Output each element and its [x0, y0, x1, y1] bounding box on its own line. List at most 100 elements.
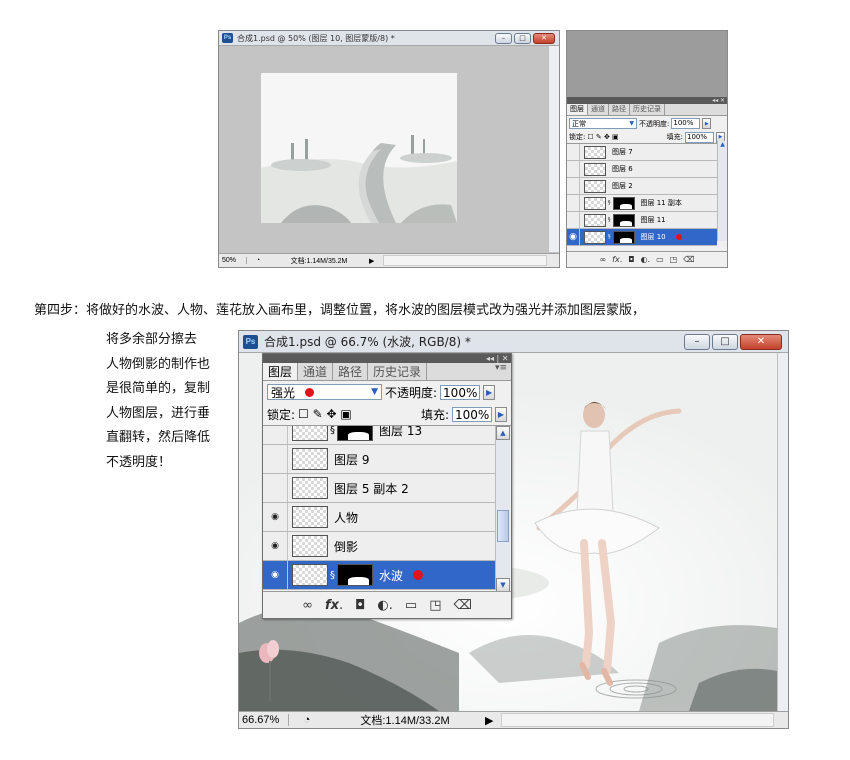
layer-row[interactable]: ◉ 倒影 — [263, 532, 495, 561]
layer-row[interactable]: ◉ § 图层 10 — [567, 229, 717, 246]
layer-row[interactable]: 图层 5 副本 2 — [263, 474, 495, 503]
top-title-bar[interactable]: Ps 合成1.psd @ 50% (图层 10, 图层蒙版/8) * – □ ✕ — [219, 31, 559, 46]
layer-row[interactable]: ◉ § 水波 — [263, 561, 495, 590]
bottom-fill-input[interactable]: 100% — [452, 406, 492, 422]
tab-channels[interactable]: 通道 — [588, 104, 609, 115]
link-icon[interactable]: ∞ — [302, 598, 313, 613]
layer-mask-thumbnail[interactable] — [612, 213, 635, 227]
new-layer-icon[interactable]: ◳ — [670, 255, 678, 264]
visibility-eye-icon[interactable]: ◉ — [263, 561, 288, 589]
layer-mask-thumbnail[interactable] — [337, 564, 373, 586]
lock-icons[interactable]: ☐ ✎ ✥ ▣ — [587, 133, 618, 141]
mask-link-icon[interactable]: § — [330, 426, 335, 436]
bottom-blend-mode-select[interactable]: 强光 ▼ — [267, 384, 382, 400]
layer-name: 倒影 — [334, 539, 359, 554]
layer-row[interactable]: 图层 7 — [567, 144, 717, 161]
mask-link-icon[interactable]: § — [608, 234, 611, 240]
visibility-eye-icon[interactable] — [567, 144, 580, 160]
bottom-opacity-input[interactable]: 100% — [440, 384, 481, 400]
group-folder-icon[interactable]: ▭ — [405, 598, 417, 613]
trash-icon[interactable]: ⌫ — [683, 255, 694, 264]
add-mask-icon[interactable]: ◘ — [628, 255, 634, 264]
top-zoom-level[interactable]: 50% — [219, 257, 247, 264]
layer-row[interactable]: § 图层 11 副本 — [567, 195, 717, 212]
status-info-icon[interactable]: ◔ — [247, 257, 269, 264]
tab-history[interactable]: 历史记录 — [368, 363, 428, 380]
tab-paths[interactable]: 路径 — [333, 363, 369, 380]
top-horizontal-scrollbar[interactable] — [383, 255, 547, 266]
new-layer-icon[interactable]: ◳ — [429, 598, 441, 613]
side-note-line: 人物图层，进行垂 — [106, 405, 211, 421]
trash-icon[interactable]: ⌫ — [454, 598, 472, 613]
layer-row[interactable]: 图层 9 — [263, 445, 495, 474]
tab-layers[interactable]: 图层 — [263, 363, 299, 380]
tab-channels[interactable]: 通道 — [298, 363, 334, 380]
panel-menu-icon[interactable]: ▾≡ — [495, 363, 511, 380]
maximize-button[interactable]: □ — [712, 333, 738, 350]
tab-paths[interactable]: 路径 — [609, 104, 630, 115]
layer-row[interactable]: § 图层 13 — [263, 426, 495, 445]
top-blend-mode-select[interactable]: 正常 ▼ — [569, 118, 637, 129]
minimize-button[interactable]: – — [495, 32, 512, 44]
close-button[interactable]: ✕ — [740, 333, 782, 350]
add-mask-icon[interactable]: ◘ — [355, 598, 365, 613]
top-panel-header[interactable]: ◂◂ ✕ — [567, 97, 727, 104]
adjustment-icon[interactable]: ◐. — [377, 598, 392, 613]
mask-link-icon[interactable]: § — [330, 570, 335, 581]
visibility-eye-icon[interactable] — [567, 161, 580, 177]
visibility-eye-icon[interactable]: ◉ — [263, 503, 288, 531]
visibility-eye-icon[interactable]: ◉ — [263, 532, 288, 560]
visibility-eye-icon[interactable] — [567, 212, 580, 228]
visibility-eye-icon[interactable]: ◉ — [567, 229, 580, 245]
layer-mask-thumbnail[interactable] — [337, 426, 373, 441]
visibility-eye-icon[interactable] — [263, 474, 288, 502]
status-menu-arrow-icon[interactable]: ▶ — [485, 714, 501, 727]
tab-layers[interactable]: 图层 — [567, 104, 588, 115]
scroll-up-icon[interactable]: ▲ — [496, 426, 510, 440]
status-info-icon[interactable]: ◔ — [289, 714, 325, 726]
layer-row[interactable]: § 图层 11 — [567, 212, 717, 229]
visibility-eye-icon[interactable] — [263, 426, 288, 444]
layer-name: 图层 9 — [334, 452, 370, 467]
top-vertical-scrollbar[interactable] — [548, 46, 559, 252]
adjustment-icon[interactable]: ◐. — [641, 255, 651, 264]
tab-history[interactable]: 历史记录 — [630, 104, 665, 115]
bottom-panel-header[interactable]: ◂◂ | ✕ — [263, 354, 511, 363]
bottom-title-bar[interactable]: Ps 合成1.psd @ 66.7% (水波, RGB/8) * – □ ✕ — [239, 331, 788, 353]
fx-icon[interactable]: fx. — [325, 598, 343, 613]
maximize-button[interactable]: □ — [514, 32, 531, 44]
top-opacity-arrow-icon[interactable]: ▶ — [702, 118, 712, 129]
bottom-fill-arrow-icon[interactable]: ▶ — [495, 406, 507, 422]
top-fill-input[interactable]: 100% — [685, 131, 714, 143]
top-layer-scrollbar[interactable]: ▲ — [717, 141, 727, 241]
close-button[interactable]: ✕ — [533, 32, 555, 44]
visibility-eye-icon[interactable] — [263, 445, 288, 473]
top-opacity-input[interactable]: 100% — [671, 118, 701, 129]
bottom-zoom-level[interactable]: 66.67% — [239, 714, 289, 726]
top-status-bar: 50% ◔ 文档:1.14M/35.2M ▶ — [219, 253, 559, 267]
link-icon[interactable]: ∞ — [599, 255, 606, 264]
status-menu-arrow-icon[interactable]: ▶ — [369, 257, 383, 265]
visibility-eye-icon[interactable] — [567, 178, 580, 194]
bottom-opacity-arrow-icon[interactable]: ▶ — [483, 384, 496, 400]
scroll-down-icon[interactable]: ▼ — [496, 578, 510, 592]
top-canvas[interactable] — [261, 73, 457, 223]
layer-row[interactable]: 图层 2 — [567, 178, 717, 195]
bottom-horizontal-scrollbar[interactable] — [501, 713, 774, 727]
top-layers-panel-area: ◂◂ ✕ 图层 通道 路径 历史记录 正常 ▼ 不透明度: 100% ▶ 锁定:… — [566, 30, 728, 268]
bottom-vertical-scrollbar[interactable] — [777, 353, 788, 711]
minimize-button[interactable]: – — [684, 333, 710, 350]
layer-row[interactable]: ◉ 人物 — [263, 503, 495, 532]
layer-mask-thumbnail[interactable] — [612, 230, 635, 244]
scroll-thumb[interactable] — [497, 510, 509, 542]
bottom-layer-scrollbar[interactable]: ▲ ▼ — [495, 426, 510, 592]
group-folder-icon[interactable]: ▭ — [656, 255, 664, 264]
lock-icons[interactable]: ☐ ✎ ✥ ▣ — [298, 407, 352, 421]
mask-link-icon[interactable]: § — [608, 200, 611, 206]
mask-link-icon[interactable]: § — [608, 217, 611, 223]
layer-mask-thumbnail[interactable] — [612, 196, 635, 210]
visibility-eye-icon[interactable] — [567, 195, 580, 211]
layer-name: 图层 2 — [612, 182, 633, 190]
layer-row[interactable]: 图层 6 — [567, 161, 717, 178]
fx-icon[interactable]: fx. — [612, 255, 622, 264]
